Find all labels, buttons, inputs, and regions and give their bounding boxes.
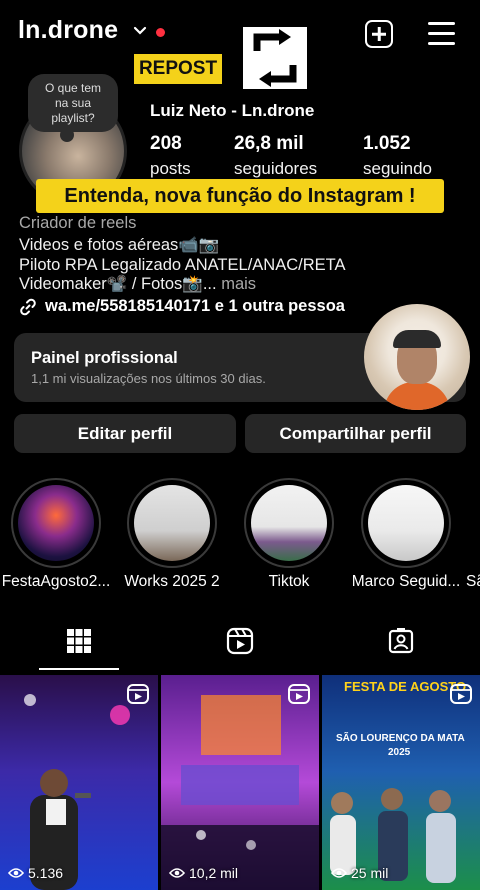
highlight-label: Tiktok <box>268 573 310 590</box>
followers-label[interactable]: seguidores <box>234 159 317 179</box>
dashboard-title: Painel profissional <box>31 349 178 367</box>
highlight-tiktok[interactable] <box>244 478 334 568</box>
create-post-icon[interactable] <box>365 20 393 48</box>
highlight-marco[interactable] <box>361 478 451 568</box>
highlight-label: Marco Seguid... <box>351 573 461 590</box>
profile-note[interactable]: O que tem na sua playlist? <box>28 74 118 132</box>
post-views: 10,2 mil <box>169 865 238 881</box>
chevron-down-icon[interactable] <box>133 24 147 38</box>
grid-post[interactable]: FESTA DE AGOSTO SÃO LOURENÇO DA MATA 202… <box>322 675 480 890</box>
tagged-tab-icon[interactable] <box>387 627 415 655</box>
edit-profile-button[interactable]: Editar perfil <box>14 414 236 453</box>
post-views-count: 5.136 <box>28 865 64 881</box>
post-year: 2025 <box>388 747 411 758</box>
repost-icon <box>243 27 307 89</box>
grid-post[interactable] <box>0 675 158 890</box>
more-link[interactable]: mais <box>221 275 256 293</box>
followers-count[interactable]: 26,8 mil <box>234 133 304 155</box>
bio-line: Videos e fotos aéreas📹📷 <box>19 236 220 254</box>
post-thumbnail-2 <box>161 675 319 890</box>
reel-icon <box>127 684 149 704</box>
grid-post[interactable] <box>161 675 319 890</box>
dashboard-subtitle: 1,1 mi visualizações nos últimos 30 dias… <box>31 371 266 386</box>
highlight-label: Works 2025 2 <box>124 573 220 590</box>
post-views-count: 10,2 mil <box>189 865 239 881</box>
active-tab-indicator <box>39 668 119 670</box>
following-label[interactable]: seguindo <box>363 159 432 179</box>
bio-line-last: Videomaker📽️ / Fotos📸... mais <box>19 274 256 294</box>
note-line: O que tem <box>44 81 102 95</box>
repost-tag: REPOST <box>134 54 222 84</box>
post-thumbnail-1 <box>0 675 158 890</box>
following-count[interactable]: 1.052 <box>363 133 411 155</box>
posts-count[interactable]: 208 <box>150 133 182 155</box>
profile-category: Criador de reels <box>19 214 137 232</box>
highlight-label: Sã <box>466 573 480 590</box>
eye-icon <box>331 868 347 878</box>
post-thumbnail-3: FESTA DE AGOSTO SÃO LOURENÇO DA MATA 202… <box>322 675 480 890</box>
post-views: 25 mil <box>331 865 388 881</box>
info-banner: Entenda, nova função do Instagram ! <box>36 179 444 213</box>
bio-line: Piloto RPA Legalizado ANATEL/ANAC/RETA <box>19 256 346 274</box>
note-line: playlist? <box>51 111 95 125</box>
menu-icon[interactable] <box>428 22 455 46</box>
reel-icon <box>450 684 472 704</box>
eye-icon <box>8 868 24 878</box>
profile-link[interactable]: wa.me/558185140171 e 1 outra pessoa <box>19 297 345 316</box>
profile-link-text: wa.me/558185140171 e 1 outra pessoa <box>45 297 345 315</box>
post-views: 5.136 <box>8 865 63 881</box>
bio-line-text: Videomaker📽️ / Fotos📸... <box>19 275 217 293</box>
post-views-count: 25 mil <box>351 865 389 881</box>
notification-dot <box>156 28 165 37</box>
highlight-label: FestaAgosto2... <box>1 573 111 590</box>
facecam-overlay <box>364 304 470 410</box>
highlight-festa-agosto[interactable] <box>11 478 101 568</box>
posts-label[interactable]: posts <box>150 159 191 179</box>
highlight-works-2025[interactable] <box>127 478 217 568</box>
profile-username[interactable]: ln.drone <box>18 16 118 45</box>
display-name: Luiz Neto - Ln.drone <box>150 101 315 120</box>
note-line: na sua <box>54 96 92 110</box>
post-subtitle: SÃO LOURENÇO DA MATA <box>336 731 465 744</box>
post-title: FESTA DE AGOSTO <box>344 679 466 694</box>
grid-tab-icon[interactable] <box>65 627 93 655</box>
link-icon <box>20 298 36 315</box>
reel-icon <box>288 684 310 704</box>
eye-icon <box>169 868 185 878</box>
reels-tab-icon[interactable] <box>226 627 254 655</box>
share-profile-button[interactable]: Compartilhar perfil <box>245 414 466 453</box>
